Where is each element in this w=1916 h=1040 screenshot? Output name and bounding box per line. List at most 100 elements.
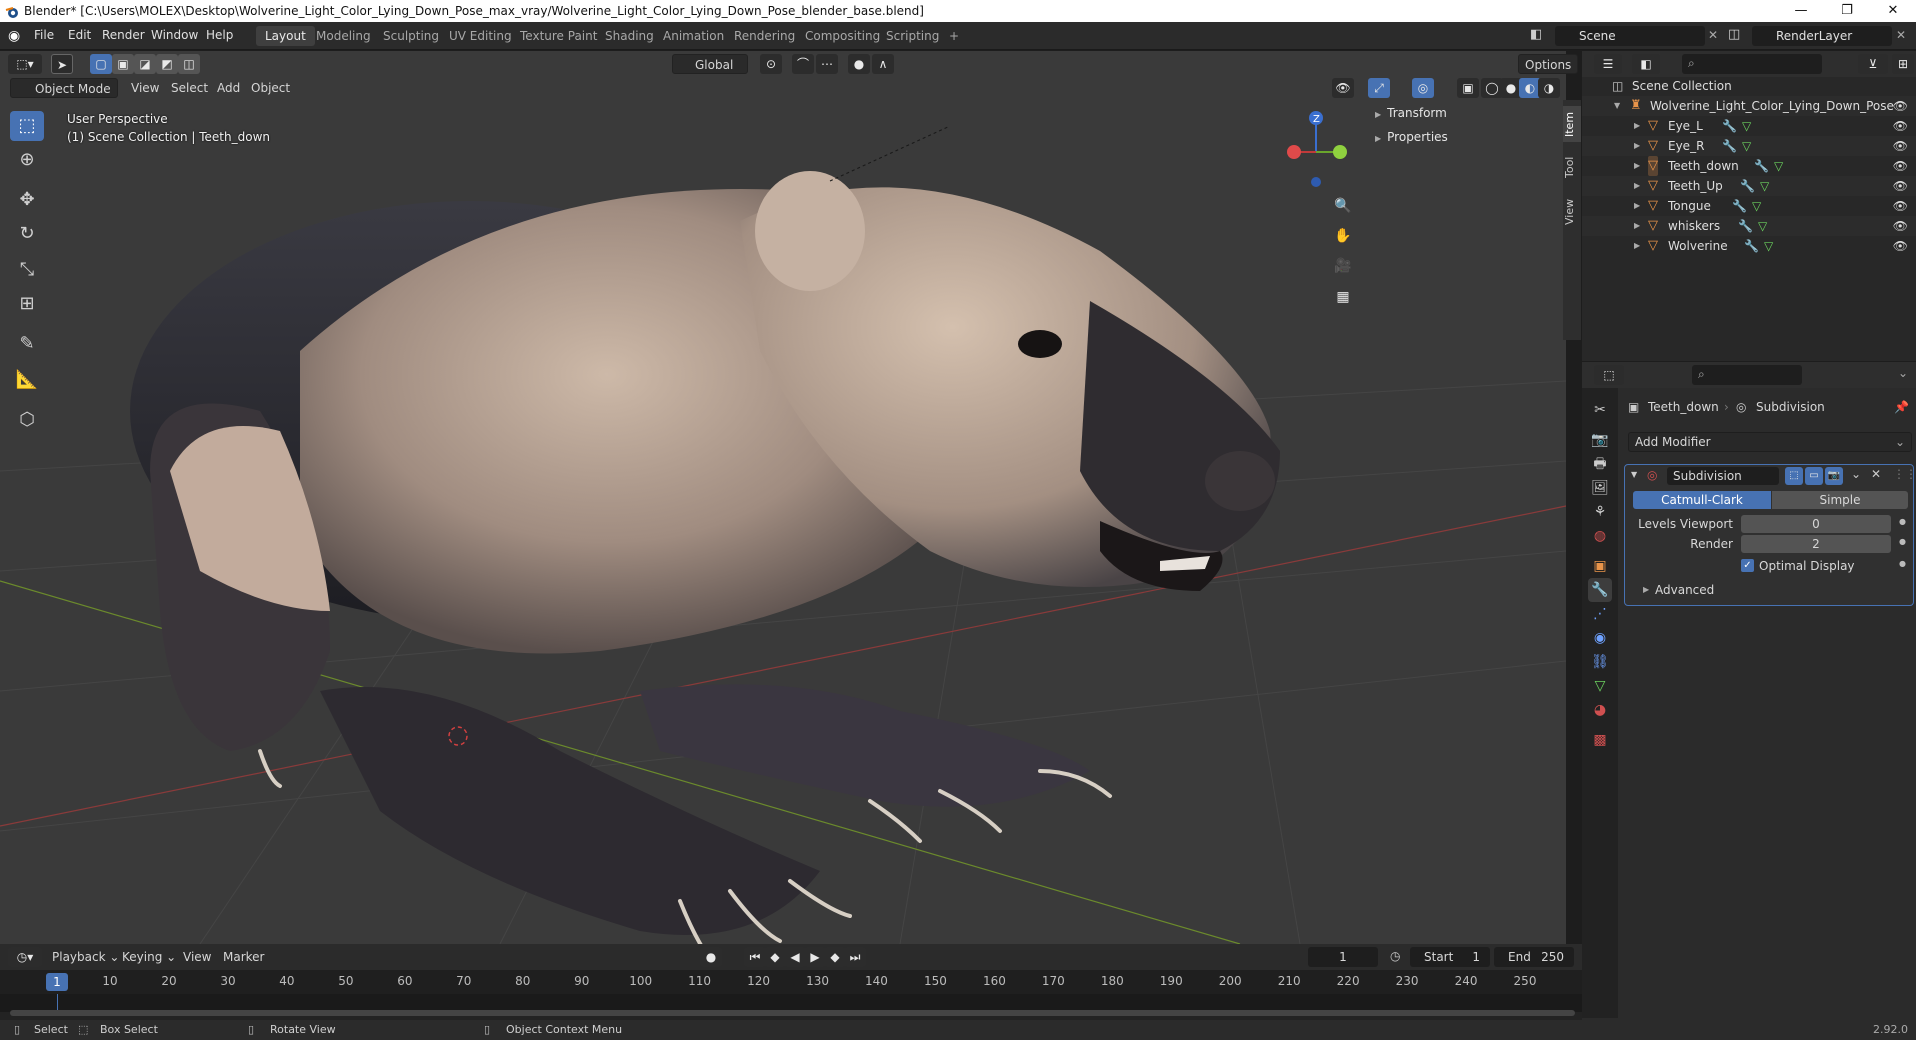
snap-icon[interactable]: ⌒ [792,54,814,74]
outliner-object-row[interactable]: ▶ ▽ whiskers 🔧 ▽ 👁 [1582,216,1916,236]
record-keyframe-icon[interactable]: ● [700,947,722,967]
expand-arrow-icon[interactable]: ▶ [1634,196,1640,216]
world-tab-icon[interactable]: ◍ [1588,524,1612,548]
modifier-menu-chevron-icon[interactable]: ⌄ [1851,467,1861,481]
expand-arrow-icon[interactable]: ▶ [1634,176,1640,196]
outliner-object-row[interactable]: ▶ ▽ Eye_L 🔧 ▽ 👁 [1582,116,1916,136]
viewport-toggle-icon[interactable]: ▭ [1805,467,1823,485]
expand-arrow-icon[interactable]: ▶ [1634,156,1640,176]
keyframe-dot-icon[interactable]: ● [1899,537,1906,546]
catmull-clark-option[interactable]: Catmull-Clark [1633,491,1771,509]
rotate-tool-icon[interactable]: ↻ [10,219,44,249]
menu-render[interactable]: Render [102,28,145,42]
panel-transform[interactable]: ▶ Transform [1375,106,1447,120]
timeline-editor-type-icon[interactable]: ◷▾ [8,947,42,967]
play-icon[interactable]: ▶ [804,947,826,967]
end-frame-field[interactable]: End 250 [1494,947,1574,967]
menu-file[interactable]: File [34,28,54,42]
advanced-subpanel[interactable]: Advanced [1655,583,1714,597]
render-tab-icon[interactable]: 📷 [1588,428,1612,452]
workspace-tab-animation[interactable]: Animation [654,26,733,46]
add-workspace-button[interactable]: + [940,26,968,46]
visibility-eye-icon[interactable]: 👁 [1893,116,1908,136]
workspace-tab-shading[interactable]: Shading [596,26,663,46]
visibility-icon[interactable]: 👁 [1332,78,1354,98]
visibility-eye-icon[interactable]: 👁 [1893,236,1908,256]
sidebar-tab-tool[interactable]: Tool [1563,152,1581,182]
shading-rendered-icon[interactable]: ◑ [1538,78,1560,98]
menu-window[interactable]: Window [151,28,198,42]
visibility-eye-icon[interactable]: 👁 [1893,216,1908,236]
visibility-eye-icon[interactable]: 👁 [1893,136,1908,156]
navigation-gizmo[interactable]: Z [1280,108,1352,188]
menu-help[interactable]: Help [206,28,233,42]
visibility-eye-icon[interactable]: 👁 [1893,176,1908,196]
expand-arrow-icon[interactable]: ▶ [1634,136,1640,156]
view-layer-close-icon[interactable]: ✕ [1896,28,1906,42]
select-mode-extend-icon[interactable]: ▣ [112,54,134,74]
view-layer-tab-icon[interactable]: 🖼 [1588,476,1612,500]
scene-close-icon[interactable]: ✕ [1708,28,1718,42]
add-modifier-dropdown[interactable]: Add Modifier ⌄ [1628,432,1912,452]
outliner-object-row[interactable]: ▶ ▽ Tongue 🔧 ▽ 👁 [1582,196,1916,216]
properties-search-input[interactable]: ⌕ [1692,365,1802,385]
minimize-button[interactable]: — [1778,0,1824,22]
keyframe-dot-icon[interactable]: ● [1899,517,1906,526]
close-window-button[interactable]: ✕ [1870,0,1916,22]
timeline-menu-view[interactable]: View [183,947,211,967]
pan-hand-icon[interactable]: ✋ [1332,226,1354,246]
xray-toggle-icon[interactable]: ▣ [1457,78,1479,98]
output-tab-icon[interactable]: 🖶 [1588,452,1612,476]
render-toggle-icon[interactable]: 📷 [1825,467,1843,485]
falloff-icon[interactable]: ∧ [872,54,894,74]
physics-tab-icon[interactable]: ◉ [1588,626,1612,650]
start-frame-field[interactable]: Start 1 [1410,947,1490,967]
panel-properties[interactable]: ▶ Properties [1375,130,1448,144]
modifier-tab-icon[interactable]: 🔧 [1588,578,1612,602]
editor-type-icon[interactable]: ⬚▾ [8,54,42,74]
move-tool-icon[interactable]: ✥ [10,185,44,215]
object-tab-icon[interactable]: ▣ [1588,554,1612,578]
modifier-name-field[interactable]: Subdivision [1667,467,1779,485]
new-collection-icon[interactable]: ⊞ [1892,54,1914,74]
outliner-collection-row[interactable]: ▼ ♜ Wolverine_Light_Color_Lying_Down_Pos… [1582,96,1916,116]
workspace-tab-modeling[interactable]: Modeling [307,26,380,46]
outliner-object-row[interactable]: ▶ ▽ Teeth_Up 🔧 ▽ 👁 [1582,176,1916,196]
sidebar-tab-item[interactable]: Item [1563,106,1581,142]
add-cube-tool-icon[interactable]: ⬡ [10,405,44,435]
timeline-menu-playback[interactable]: Playback ⌄ [52,947,119,967]
expand-arrow-icon[interactable]: ▶ [1634,116,1640,136]
mesh-data-tab-icon[interactable]: ▽ [1588,674,1612,698]
workspace-tab-sculpting[interactable]: Sculpting [374,26,448,46]
workspace-tab-scripting[interactable]: Scripting [877,26,948,46]
proportional-edit-icon[interactable]: ● [848,54,870,74]
perspective-toggle-icon[interactable]: ▦ [1332,287,1354,307]
select-mode-invert-icon[interactable]: ◩ [156,54,178,74]
outliner-editor-type-icon[interactable]: ☰ [1594,54,1622,74]
select-tool-icon[interactable]: ➤ [51,54,73,74]
properties-editor-type-icon[interactable]: ⬚ [1594,365,1624,385]
view-layer-selector[interactable]: RenderLayer [1752,26,1892,46]
texture-tab-icon[interactable]: ▩ [1588,728,1612,752]
transform-tool-icon[interactable]: ⊞ [10,289,44,319]
workspace-tab-texture-paint[interactable]: Texture Paint [511,26,606,46]
collapse-arrow-icon[interactable]: ▼ [1614,96,1620,116]
select-mode-intersect-icon[interactable]: ◫ [178,54,200,74]
view-layer-icon[interactable]: ◫ [1728,27,1740,42]
properties-options-icon[interactable]: ⌄ [1898,366,1908,380]
viewport-menu-select[interactable]: Select [171,78,208,98]
outliner-object-row[interactable]: ▶ ▽ Eye_R 🔧 ▽ 👁 [1582,136,1916,156]
timeline-scrollbar[interactable] [10,1010,1575,1016]
outliner-object-row[interactable]: ▶ ▽ Wolverine 🔧 ▽ 👁 [1582,236,1916,256]
visibility-eye-icon[interactable]: 👁 [1893,156,1908,176]
constraints-tab-icon[interactable]: ⛓ [1588,650,1612,674]
expand-arrow-icon[interactable]: ▶ [1634,236,1640,256]
scene-tab-icon[interactable]: ⚘ [1588,500,1612,524]
menu-edit[interactable]: Edit [68,28,91,42]
playhead[interactable]: 1 [46,973,68,991]
outliner-search-input[interactable]: ⌕ [1682,54,1822,74]
maximize-button[interactable]: ❐ [1824,0,1870,22]
gizmo-toggle-icon[interactable]: ⤢ [1368,78,1390,98]
keyframe-dot-icon[interactable]: ● [1899,559,1906,568]
particles-tab-icon[interactable]: ⋰ [1588,602,1612,626]
